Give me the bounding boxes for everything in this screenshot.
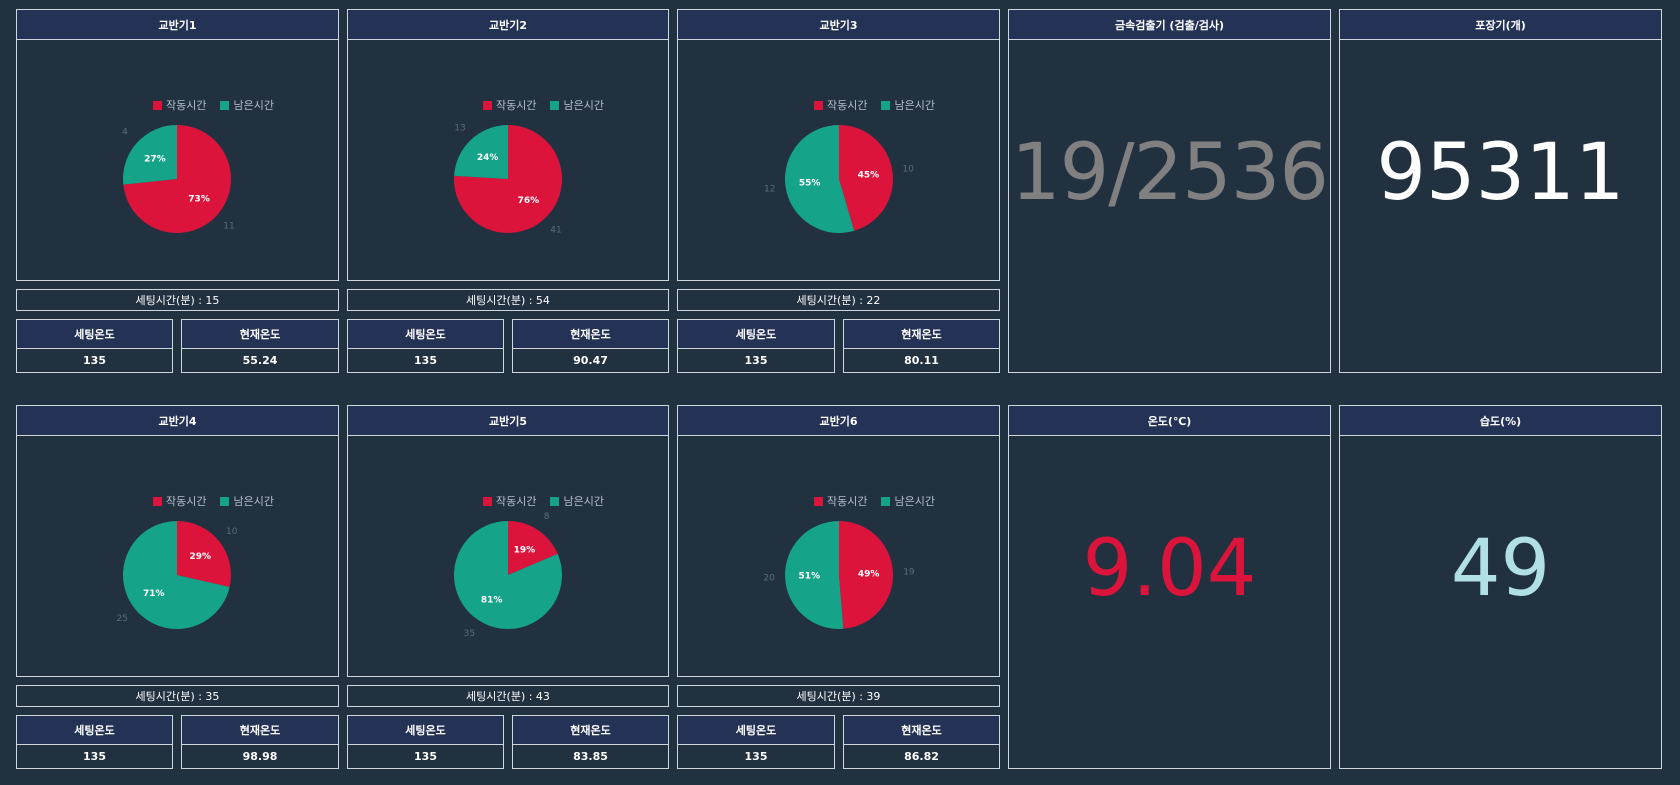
mixer-1-chart-panel: 교반기1 작동시간 남은시간 73% 27% 11 4 [16, 9, 339, 281]
set-temp-value: 135 [83, 353, 106, 367]
mixer-5-pie-chart: 19% 81% 8 35 [454, 512, 562, 639]
metal-detector-title: 금속검출기 (검출/검사) [1009, 10, 1330, 40]
pie-value-run: 10 [226, 527, 238, 537]
mixer-4-setting-time: 세팅시간(분) : 35 [16, 685, 339, 707]
metal-detector-value: 19/2536 [1010, 128, 1329, 218]
mixer-1-set-temp-box: 세팅온도 135 [16, 319, 173, 373]
mixer-4-title: 교반기4 [17, 406, 338, 436]
cur-temp-label: 현재온도 [513, 716, 668, 745]
mixer-1-setting-time: 세팅시간(분) : 15 [16, 289, 339, 311]
cur-temp-label: 현재온도 [844, 716, 999, 745]
pie-value-remain: 12 [764, 184, 775, 194]
mixer-3-chart-panel: 교반기3 작동시간 남은시간 45% 55% 10 12 [677, 9, 1000, 281]
cur-temp-value: 80.11 [904, 353, 939, 367]
pie-value-run: 11 [223, 221, 234, 231]
mixer-3-pie-chart: 45% 55% 10 12 [764, 125, 915, 233]
mixer-2-title: 교반기2 [348, 10, 668, 40]
mixer-6-chart-panel: 교반기6 작동시간 남은시간 49% 51% 19 20 [677, 405, 1000, 677]
temperature-value: 9.04 [1082, 524, 1257, 614]
mixer-5-setting-time: 세팅시간(분) : 43 [347, 685, 669, 707]
pie-value-remain: 20 [763, 573, 775, 583]
cur-temp-label: 현재온도 [513, 320, 668, 349]
pie-pct-run: 49% [858, 569, 880, 579]
mixer-2-chart-panel: 교반기2 작동시간 남은시간 76% 24% 41 13 [347, 9, 669, 281]
pie-pct-remain: 71% [143, 589, 165, 599]
mixer-3-setting-time: 세팅시간(분) : 22 [677, 289, 1000, 311]
cur-temp-value: 90.47 [573, 353, 608, 367]
mixer-2-pie-chart: 76% 24% 41 13 [454, 124, 562, 235]
pie-pct-remain: 24% [477, 153, 499, 163]
pie-pct-run: 73% [188, 194, 210, 204]
mixer-6-cur-temp-box: 현재온도 86.82 [843, 715, 1000, 769]
set-temp-value: 135 [83, 749, 106, 763]
humidity-value: 49 [1450, 524, 1551, 614]
mixer-2-set-temp-box: 세팅온도 135 [347, 319, 504, 373]
temperature-title: 온도(℃) [1009, 406, 1330, 436]
set-temp-label: 세팅온도 [17, 320, 172, 349]
mixer-1-title: 교반기1 [17, 10, 338, 40]
temperature-panel: 온도(℃) 9.04 [1008, 405, 1331, 769]
pie-pct-remain: 55% [799, 179, 821, 189]
mixer-5-chart-panel: 교반기5 작동시간 남은시간 19% 81% 8 35 [347, 405, 669, 677]
pie-value-remain: 4 [122, 128, 128, 138]
cur-temp-label: 현재온도 [182, 716, 338, 745]
pie-pct-run: 19% [514, 546, 536, 556]
mixer-3-title: 교반기3 [678, 10, 999, 40]
humidity-panel: 습도(%) 49 [1339, 405, 1662, 769]
pie-value-run: 10 [903, 165, 915, 175]
pie-pct-remain: 27% [144, 155, 166, 165]
packing-panel: 포장기(개) 95311 [1339, 9, 1662, 373]
mixer-4-chart-panel: 교반기4 작동시간 남은시간 29% 71% 10 25 [16, 405, 339, 677]
set-temp-value: 135 [744, 353, 768, 367]
pie-value-run: 8 [544, 512, 550, 522]
pie-value-run: 19 [903, 568, 915, 578]
mixer-1-cur-temp-box: 현재온도 55.24 [181, 319, 339, 373]
set-temp-label: 세팅온도 [348, 320, 503, 349]
pie-pct-run: 29% [189, 552, 211, 562]
packing-title: 포장기(개) [1340, 10, 1661, 40]
mixer-6-title: 교반기6 [678, 406, 999, 436]
mixer-6-pie-chart: 49% 51% 19 20 [763, 521, 915, 629]
mixer-2-cur-temp-box: 현재온도 90.47 [512, 319, 669, 373]
mixer-6-set-temp-box: 세팅온도 135 [677, 715, 835, 769]
mixer-3-cur-temp-box: 현재온도 80.11 [843, 319, 1000, 373]
set-temp-value: 135 [414, 749, 437, 763]
humidity-title: 습도(%) [1340, 406, 1661, 436]
mixer-4-cur-temp-box: 현재온도 98.98 [181, 715, 339, 769]
cur-temp-label: 현재온도 [182, 320, 338, 349]
pie-pct-run: 45% [858, 170, 880, 180]
set-temp-label: 세팅온도 [348, 716, 503, 745]
mixer-4-pie-chart: 29% 71% 10 25 [117, 521, 238, 629]
pie-pct-remain: 81% [481, 595, 503, 605]
mixer-5-set-temp-box: 세팅온도 135 [347, 715, 504, 769]
mixer-6-setting-time: 세팅시간(분) : 39 [677, 685, 1000, 707]
pie-value-remain: 35 [464, 629, 475, 639]
set-temp-value: 135 [414, 353, 437, 367]
metal-detector-panel: 금속검출기 (검출/검사) 19/2536 [1008, 9, 1331, 373]
set-temp-label: 세팅온도 [17, 716, 172, 745]
pie-value-remain: 25 [117, 614, 128, 624]
pie-value-run: 41 [550, 225, 561, 235]
mixer-3-set-temp-box: 세팅온도 135 [677, 319, 835, 373]
mixer-5-cur-temp-box: 현재온도 83.85 [512, 715, 669, 769]
cur-temp-label: 현재온도 [844, 320, 999, 349]
pie-pct-remain: 51% [799, 572, 821, 582]
cur-temp-value: 83.85 [573, 749, 608, 763]
cur-temp-value: 55.24 [242, 353, 278, 367]
cur-temp-value: 86.82 [904, 749, 939, 763]
packing-value: 95311 [1376, 128, 1625, 218]
mixer-4-set-temp-box: 세팅온도 135 [16, 715, 173, 769]
pie-value-remain: 13 [454, 124, 465, 134]
cur-temp-value: 98.98 [242, 749, 278, 763]
mixer-1-pie-chart: 73% 27% 11 4 [122, 125, 235, 233]
pie-pct-run: 76% [518, 196, 540, 206]
mixer-2-setting-time: 세팅시간(분) : 54 [347, 289, 669, 311]
set-temp-value: 135 [744, 749, 768, 763]
set-temp-label: 세팅온도 [678, 716, 834, 745]
set-temp-label: 세팅온도 [678, 320, 834, 349]
mixer-5-title: 교반기5 [348, 406, 668, 436]
